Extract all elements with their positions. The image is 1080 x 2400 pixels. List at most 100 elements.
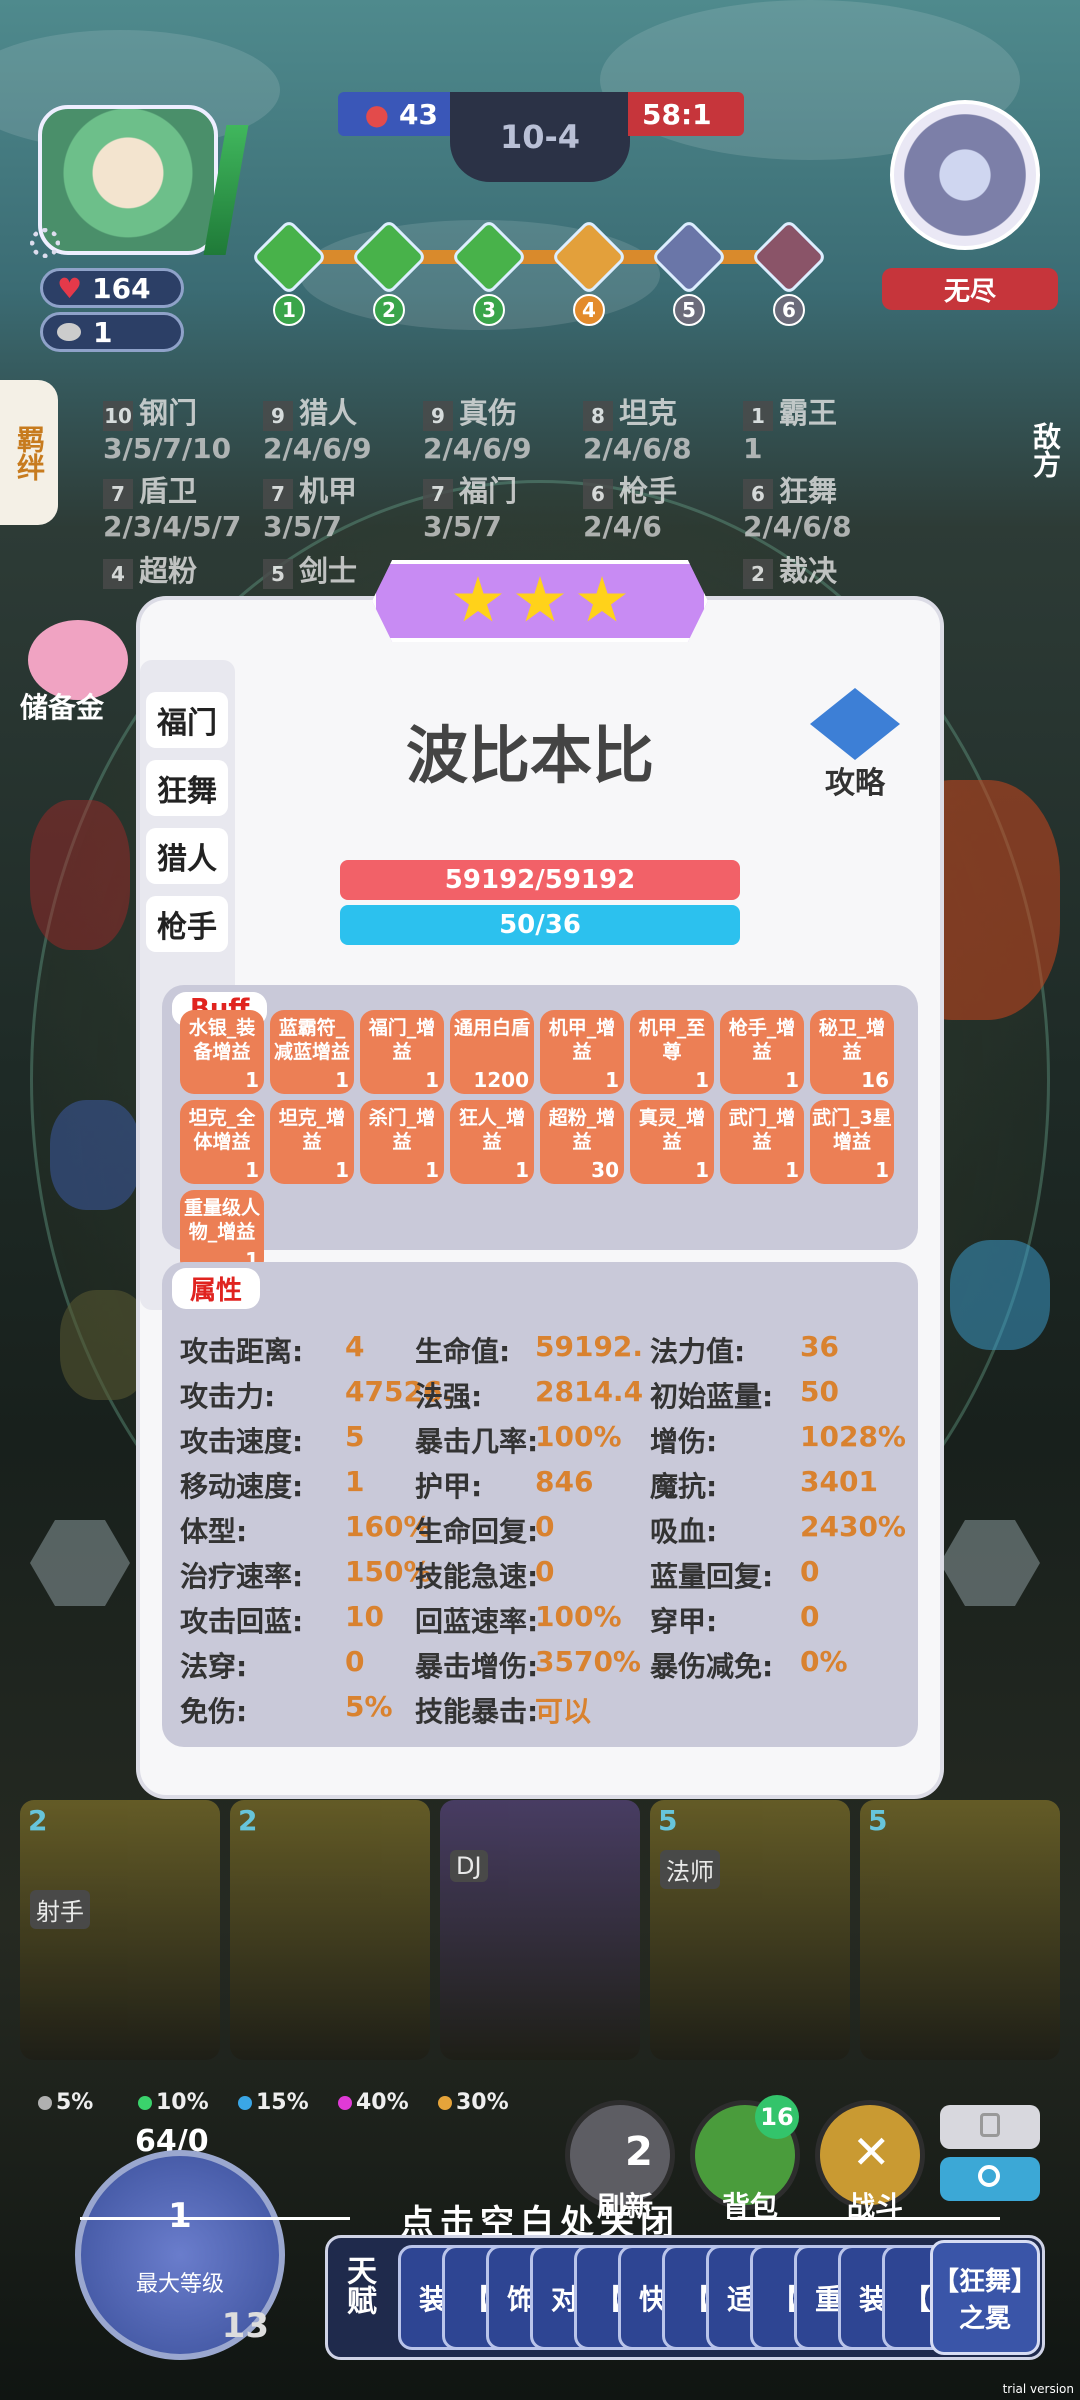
level-label: 最大等级 [135,2272,224,2297]
odds-dot [338,2096,352,2110]
buff-count: 1 [695,1068,709,1092]
stage-node[interactable] [750,218,828,296]
buff-count: 1 [695,1158,709,1182]
synergy-name: 福门 [459,474,518,508]
shop-card[interactable]: DJ [440,1800,640,2060]
buff-count: 1 [785,1158,799,1182]
buff-item[interactable]: 机甲_增益 1 [540,1010,624,1094]
synergy-item[interactable]: 2 裁决 [743,548,837,590]
buff-item[interactable]: 枪手_增益 1 [720,1010,804,1094]
shop-card[interactable]: 5 法师 [650,1800,850,2060]
synergy-item[interactable]: 7 盾卫 2/3/4/5/7 [103,468,241,543]
synergy-count: 7 [263,479,293,509]
attribute-item: 护甲: 846 [415,1465,645,1505]
synergy-item[interactable]: 7 机甲 3/5/7 [263,468,357,543]
synergy-count: 4 [103,559,133,589]
buff-item[interactable]: 蓝霸符_减蓝增益 1 [270,1010,354,1094]
shop-card[interactable]: 2 射手 [20,1800,220,2060]
enemy-avatar[interactable] [890,100,1040,250]
guide-button[interactable]: 攻略 [800,688,910,801]
side-tab-4[interactable]: 枪手 [146,896,228,952]
shop-card-cost: 5 [868,1804,888,1837]
shop-odds-item: 40% [338,2090,409,2115]
attribute-value: 5% [345,1690,393,1723]
synergy-item[interactable]: 6 狂舞 2/4/6/8 [743,468,852,543]
attribute-value: 10 [345,1600,384,1633]
synergy-item[interactable]: 9 真伤 2/4/6/9 [423,390,532,465]
fight-button[interactable]: ✕ 战斗 [815,2100,925,2223]
buff-item[interactable]: 福门_增益 1 [360,1010,444,1094]
attribute-value: 36 [800,1330,839,1363]
side-tab-2[interactable]: 狂舞 [146,760,228,816]
attribute-value: 3570% [535,1645,641,1678]
synergy-item[interactable]: 7 福门 3/5/7 [423,468,517,543]
attribute-key: 穿甲: [650,1605,718,1638]
attribute-key: 体型: [180,1515,248,1548]
synergy-item[interactable]: 8 坦克 2/4/6/8 [583,390,692,465]
synergy-item[interactable]: 5 剑士 [263,548,357,590]
talent-card-featured[interactable]: 【狂舞】之冕 [930,2240,1040,2355]
buff-item[interactable]: 机甲_至尊 1 [630,1010,714,1094]
refresh-button[interactable]: 2 刷新 [565,2100,675,2223]
buff-item[interactable]: 水银_装备增益 1 [180,1010,264,1094]
buff-item[interactable]: 武门_3星增益 1 [810,1100,894,1184]
buff-count: 1 [425,1068,439,1092]
synergy-count: 7 [103,479,133,509]
flame-icon: ● [364,97,390,131]
synergy-tiers: 2/4/6/8 [743,510,852,543]
shop-odds-item: 30% [438,2090,509,2115]
buff-name: 水银_装备增益 [188,1017,256,1063]
synergy-item[interactable]: 9 猎人 2/4/6/9 [263,390,372,465]
synergy-tab[interactable]: 羁绊 [0,380,58,525]
player-avatar[interactable] [38,105,218,255]
buff-count: 1 [245,1068,259,1092]
odds-dot [238,2096,252,2110]
side-tab-1[interactable]: 福门 [146,692,228,748]
lock-button[interactable] [940,2105,1040,2149]
buff-item[interactable]: 坦克_全体增益 1 [180,1100,264,1184]
player-coin-value: 1 [93,315,113,349]
buff-count: 1 [605,1068,619,1092]
enemy-mode-label: 无尽 [882,268,1058,310]
buff-item[interactable]: 通用白盾 1200 [450,1010,534,1094]
attribute-item: 吸血: 2430% [650,1510,906,1550]
odds-dot [438,2096,452,2110]
hex-pad-right[interactable] [940,1520,1040,1606]
synergy-item[interactable]: 6 枪手 2/4/6 [583,468,677,543]
buff-item[interactable]: 真灵_增益 1 [630,1100,714,1184]
buff-item[interactable]: 武门_增益 1 [720,1100,804,1184]
synergy-item[interactable]: 1 霸王 1 [743,390,837,465]
shop-card[interactable]: 2 [230,1800,430,2060]
graduation-cap-icon [810,688,900,760]
attribute-value: 1028% [800,1420,906,1453]
buff-item[interactable]: 坦克_增益 1 [270,1100,354,1184]
hero-name: 波比本比 [405,719,654,792]
buff-name: 福门_增益 [368,1017,436,1063]
shop-odds-item: 5% [38,2090,93,2115]
buff-item[interactable]: 秘卫_增益 16 [810,1010,894,1094]
synergy-tiers: 3/5/7/10 [103,432,232,465]
hex-pad-left[interactable] [30,1520,130,1606]
buff-item[interactable]: 超粉_增益 30 [540,1100,624,1184]
enemy-unit [950,1240,1050,1350]
buff-item[interactable]: 杀门_增益 1 [360,1100,444,1184]
attribute-item: 暴击增伤: 3570% [415,1645,645,1685]
synergy-item[interactable]: 10 钢门 3/5/7/10 [103,390,231,465]
level-up-button[interactable]: 1 最大等级 13 [75,2150,285,2360]
synergy-name: 坦克 [619,396,678,430]
attribute-value: 0 [535,1555,555,1588]
buff-item[interactable]: 狂人_增益 1 [450,1100,534,1184]
stage-node[interactable] [650,218,728,296]
buff-name: 重量级人物_增益 [183,1197,260,1243]
settings-gear-icon[interactable] [30,228,60,258]
attribute-value: 3401 [800,1465,878,1498]
shop-card[interactable]: 5 [860,1800,1060,2060]
synergy-item[interactable]: 4 超粉 [103,548,197,590]
synergy-tiers: 2/4/6/8 [583,432,692,465]
side-tab-3[interactable]: 猎人 [146,828,228,884]
ally-unit [50,1100,140,1210]
left-score-value: 43 [399,97,438,131]
enemy-tab[interactable]: 敌方 [1020,410,1070,490]
trial-watermark: trial version [1002,2382,1074,2396]
attribute-item: 初始蓝量: 50 [650,1375,880,1415]
